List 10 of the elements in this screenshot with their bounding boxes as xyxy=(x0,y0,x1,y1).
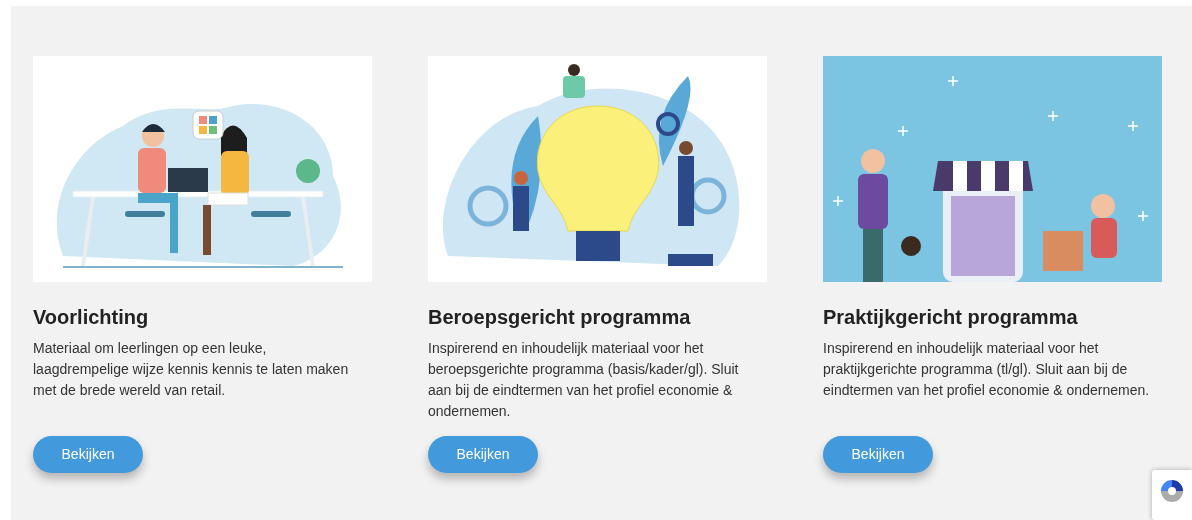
card-title: Beroepsgericht programma xyxy=(428,305,692,330)
card-description: Inspirerend en inhoudelijk materiaal voor het praktijkgerichte programma (tl/gl). Sluit aan bij de eindtermen van het profiel economie & ondernemen. xyxy=(823,339,1151,400)
card-description: Inspirerend en inhoudelijk materiaal voor het beroepsgerichte programma (basis/kader/gl). Sluit aan bij de eindtermen van het profiel economie & ondernemen. xyxy=(428,339,740,421)
card-description: Materiaal om leerlingen op een leuke, laagdrempelige wijze kennis kennis te laten maken met de brede wereld van retail. xyxy=(33,339,350,400)
card-title: Praktijkgericht programma xyxy=(823,305,1079,330)
view-button[interactable]: Bekijken xyxy=(33,436,143,473)
view-button[interactable]: Bekijken xyxy=(428,436,538,473)
recaptcha-icon xyxy=(1159,478,1185,504)
card-title: Voorlichting xyxy=(33,305,150,330)
view-button[interactable]: Bekijken xyxy=(823,436,933,473)
